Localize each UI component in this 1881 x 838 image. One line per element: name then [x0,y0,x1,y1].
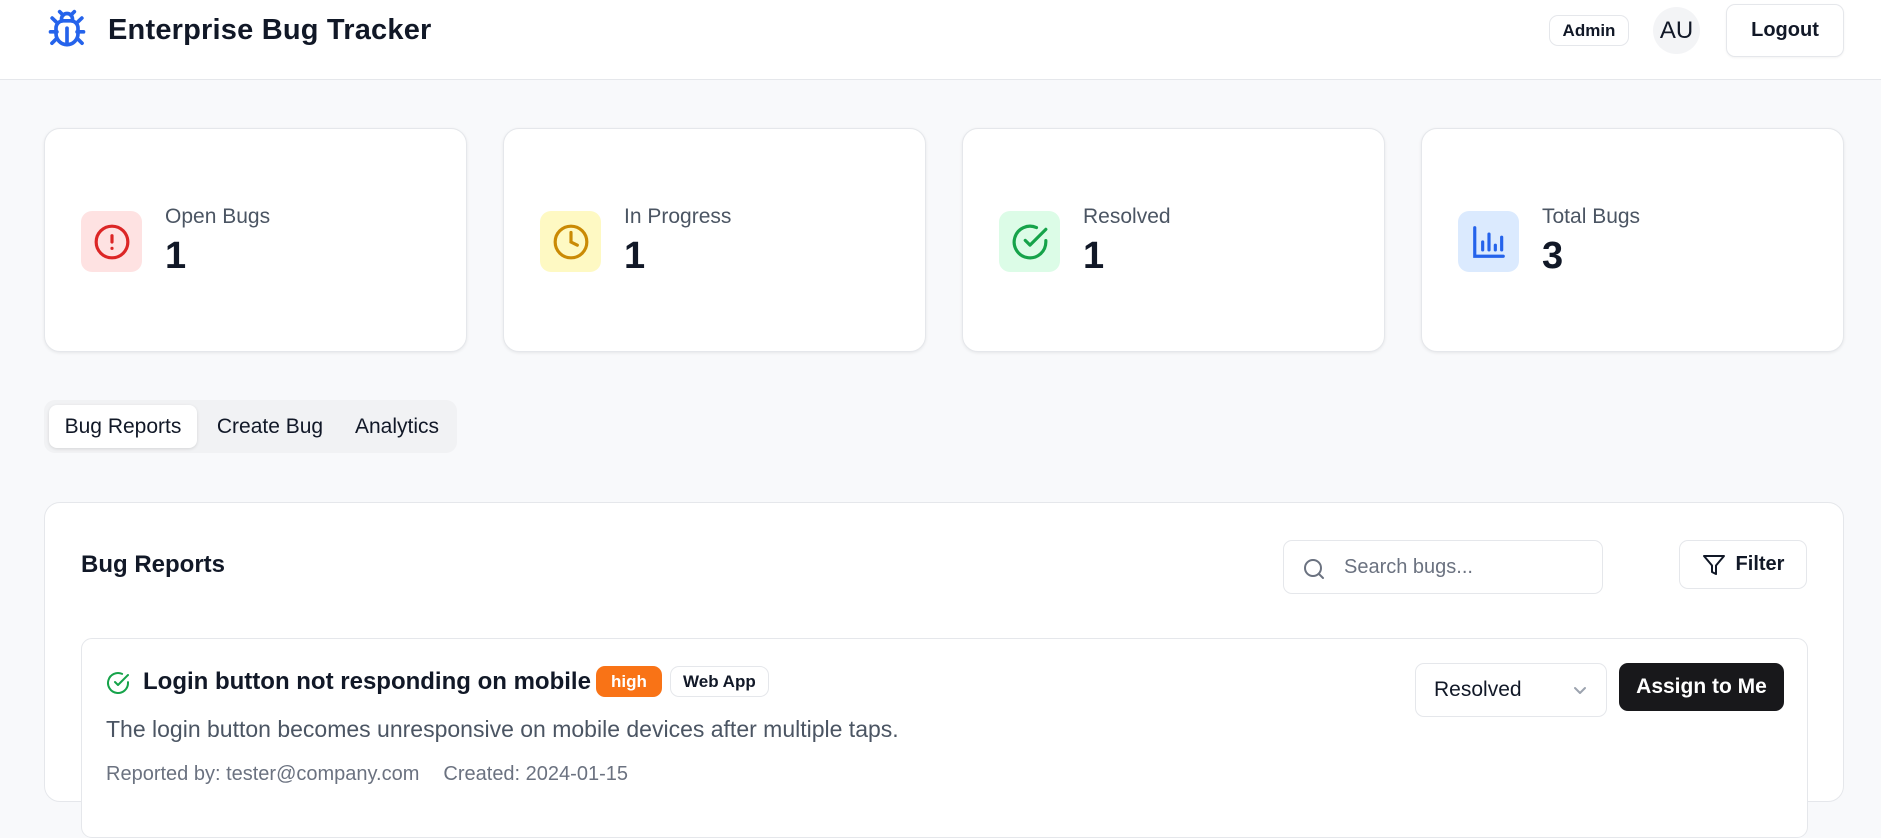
stat-value: 1 [165,235,187,277]
stat-icon-container [81,211,142,272]
stat-card-resolved: Resolved 1 [962,128,1385,352]
stat-label: In Progress [624,205,732,228]
check-circle-icon [1012,224,1047,259]
chevron-down-icon [1574,687,1586,694]
stat-card-in-progress: In Progress 1 [503,128,926,352]
status-select-value: Resolved [1434,678,1522,701]
stat-label: Open Bugs [165,205,271,228]
component-badge: Web App [670,666,769,697]
search-box[interactable] [1283,540,1603,594]
role-badge: Admin [1549,15,1629,46]
tab-list: Bug Reports Create Bug Analytics [44,400,457,453]
stat-value: 3 [1542,235,1564,277]
priority-badge: high [596,666,662,697]
app-title: Enterprise Bug Tracker [108,13,432,46]
stat-value: 1 [1083,235,1105,277]
stat-card-total-bugs: Total Bugs 3 [1421,128,1844,352]
filter-label: Filter [1735,553,1785,575]
bug-icon [48,9,86,47]
alert-circle-icon [94,224,129,259]
clock-icon [553,224,588,259]
logout-button[interactable]: Logout [1726,4,1844,57]
bar-chart-icon [1472,225,1505,258]
bug-list-item[interactable]: Login button not responding on mobile hi… [81,638,1808,838]
stat-label: Total Bugs [1542,205,1641,228]
filter-button[interactable]: Filter [1679,540,1807,589]
stat-icon-container [999,211,1060,272]
panel-title: Bug Reports [81,551,225,578]
avatar[interactable]: AU [1653,7,1700,54]
brand: Enterprise Bug Tracker [44,8,432,52]
stat-card-open-bugs: Open Bugs 1 [44,128,467,352]
stat-icon-container [1458,211,1519,272]
bug-reports-panel: Bug Reports Filter Login button not resp… [44,502,1844,838]
bug-created-date: Created: 2024-01-15 [443,763,628,785]
tab-analytics[interactable]: Analytics [341,405,453,448]
filter-icon [1702,554,1725,575]
assign-to-me-button[interactable]: Assign to Me [1619,663,1784,711]
stat-icon-container [540,211,601,272]
check-circle-icon [107,672,129,695]
tab-create-bug[interactable]: Create Bug [202,405,338,448]
stat-value: 1 [624,235,646,277]
search-input[interactable] [1344,551,1584,583]
search-icon [1304,559,1324,579]
bug-meta: Reported by: tester@company.com Created:… [106,763,628,786]
bug-title[interactable]: Login button not responding on mobile [143,668,591,696]
status-select[interactable]: Resolved [1415,663,1607,717]
tab-bug-reports[interactable]: Bug Reports [49,405,197,448]
stat-label: Resolved [1083,205,1171,228]
app-header: Enterprise Bug Tracker Admin AU Logout [0,0,1881,80]
bug-reported-by: Reported by: tester@company.com [106,763,420,785]
bug-description: The login button becomes unresponsive on… [106,716,899,742]
